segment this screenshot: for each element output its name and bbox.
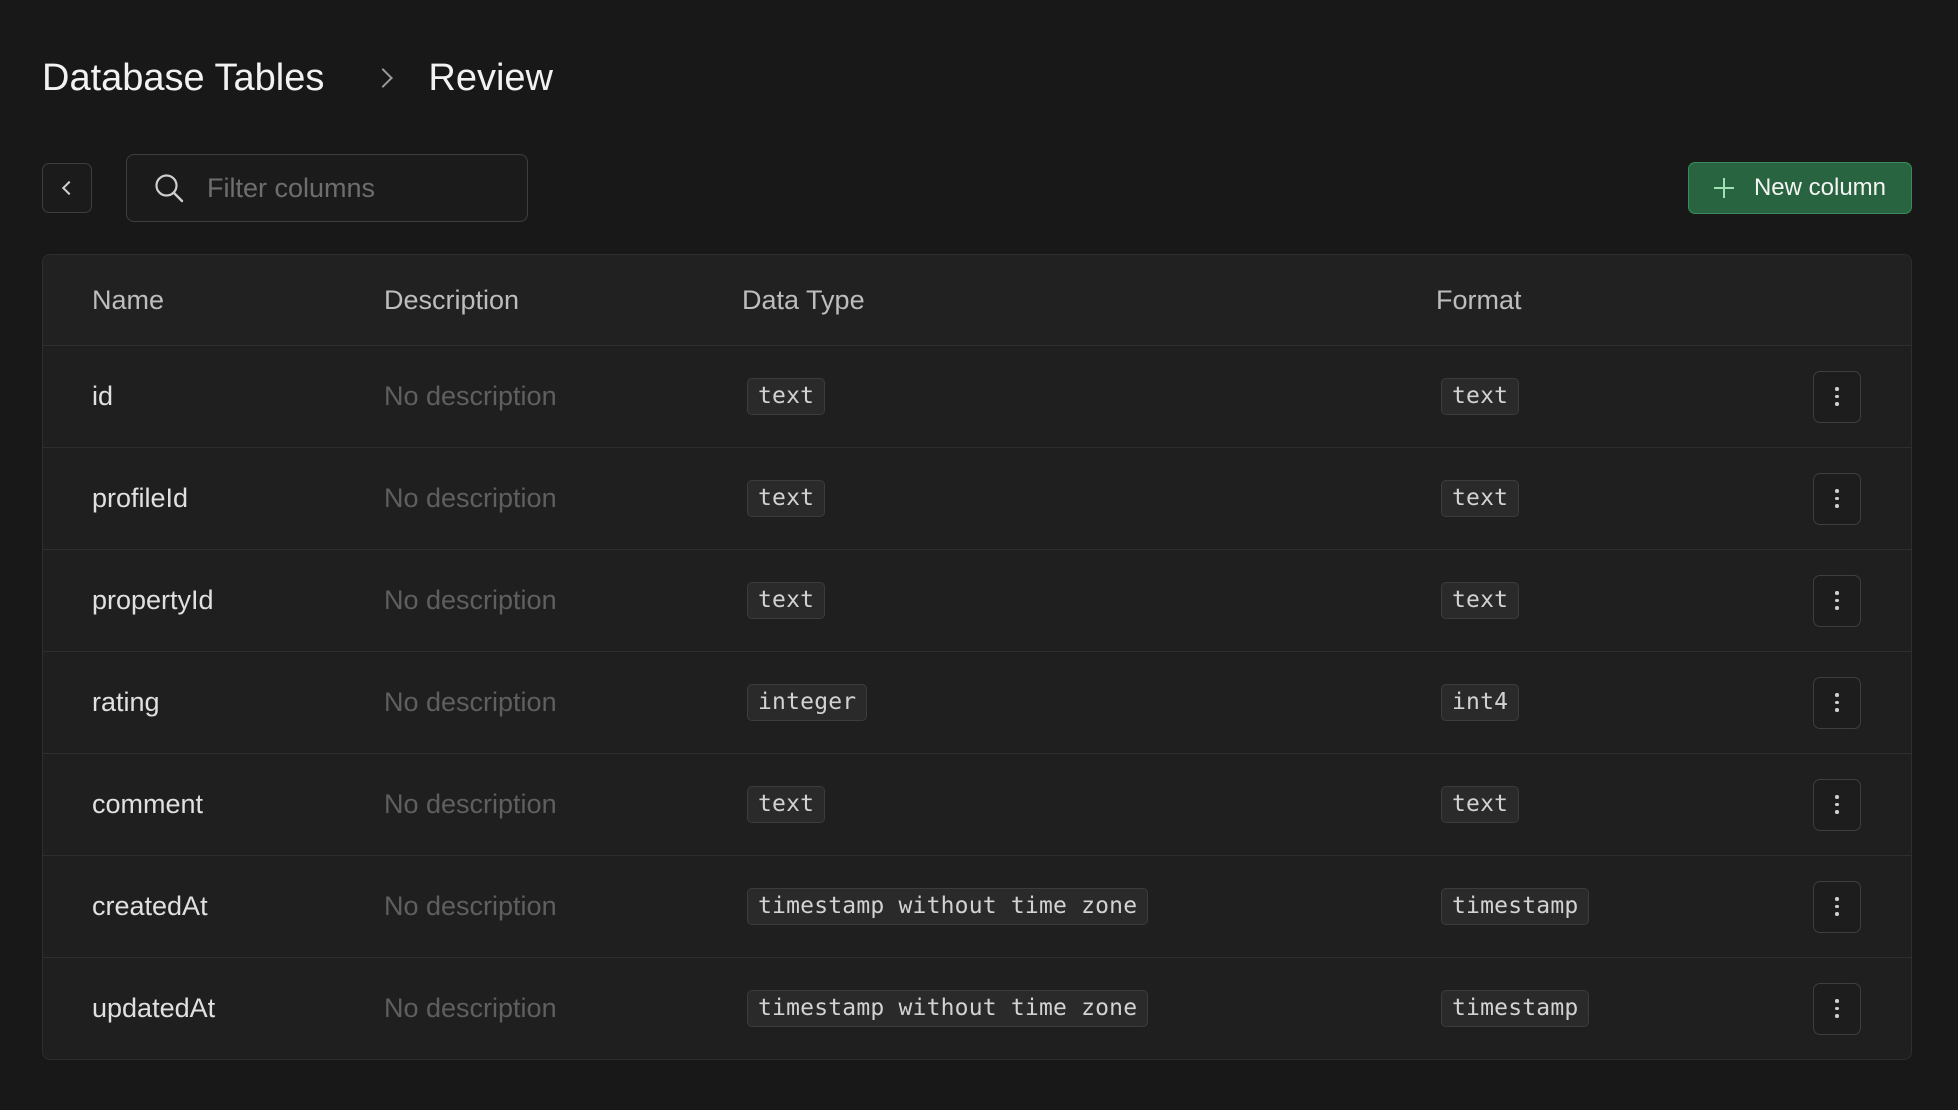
new-column-button[interactable]: New column — [1688, 162, 1912, 214]
more-vertical-icon[interactable] — [1813, 370, 1861, 423]
column-name: profileId — [92, 483, 189, 513]
format-badge: timestamp — [1441, 990, 1590, 1027]
toolbar: New column — [42, 154, 1912, 222]
column-description: No description — [384, 993, 557, 1023]
filter-columns-field[interactable] — [126, 154, 528, 222]
data-type-badge: text — [747, 378, 826, 415]
table-editor-page: Database Tables Review New column Name D… — [0, 0, 1958, 1110]
search-icon — [155, 174, 184, 203]
column-description: No description — [384, 891, 557, 921]
table-row[interactable]: rating No description integer int4 — [43, 651, 1911, 753]
plus-icon — [1713, 178, 1734, 198]
format-badge: text — [1441, 582, 1520, 619]
column-name: comment — [92, 789, 204, 819]
table-row[interactable]: comment No description text text — [43, 753, 1911, 855]
column-name: updatedAt — [92, 993, 216, 1023]
column-name: propertyId — [92, 585, 214, 615]
column-name: createdAt — [92, 891, 208, 921]
format-badge: text — [1441, 786, 1520, 823]
table-row[interactable]: propertyId No description text text — [43, 549, 1911, 651]
column-description: No description — [384, 585, 557, 615]
data-type-badge: integer — [747, 684, 868, 721]
format-badge: timestamp — [1441, 888, 1590, 925]
format-badge: text — [1441, 480, 1520, 517]
data-type-badge: text — [747, 786, 826, 823]
data-type-badge: timestamp without time zone — [747, 888, 1149, 925]
table-header-row: Name Description Data Type Format — [43, 255, 1911, 345]
more-vertical-icon[interactable] — [1813, 880, 1861, 933]
columns-table: Name Description Data Type Format id No … — [42, 254, 1912, 1060]
table-row[interactable]: profileId No description text text — [43, 447, 1911, 549]
chevron-left-icon — [61, 180, 77, 196]
column-description: No description — [384, 483, 557, 513]
data-type-badge: text — [747, 480, 826, 517]
table-row[interactable]: updatedAt No description timestamp witho… — [43, 957, 1911, 1059]
back-button[interactable] — [42, 163, 92, 213]
column-name: id — [92, 381, 114, 411]
table-row[interactable]: createdAt No description timestamp witho… — [43, 855, 1911, 957]
column-name: rating — [92, 687, 160, 717]
more-vertical-icon[interactable] — [1813, 778, 1861, 831]
data-type-badge: timestamp without time zone — [747, 990, 1149, 1027]
more-vertical-icon[interactable] — [1813, 982, 1861, 1035]
table-row[interactable]: id No description text text — [43, 345, 1911, 447]
header-format: Format — [1436, 284, 1522, 315]
column-description: No description — [384, 789, 557, 819]
format-badge: int4 — [1441, 684, 1520, 721]
data-type-badge: text — [747, 582, 826, 619]
column-description: No description — [384, 687, 557, 717]
header-data-type: Data Type — [742, 284, 865, 315]
breadcrumb: Database Tables Review — [42, 52, 553, 104]
header-name: Name — [92, 284, 165, 315]
breadcrumb-root[interactable]: Database Tables — [42, 57, 324, 100]
breadcrumb-current: Review — [428, 56, 553, 99]
new-column-label: New column — [1753, 174, 1887, 201]
more-vertical-icon[interactable] — [1813, 472, 1861, 525]
chevron-right-icon — [373, 68, 394, 88]
format-badge: text — [1441, 378, 1520, 415]
filter-columns-input[interactable] — [205, 171, 489, 205]
more-vertical-icon[interactable] — [1813, 676, 1861, 729]
header-description: Description — [384, 284, 520, 315]
column-description: No description — [384, 381, 557, 411]
more-vertical-icon[interactable] — [1813, 574, 1861, 627]
